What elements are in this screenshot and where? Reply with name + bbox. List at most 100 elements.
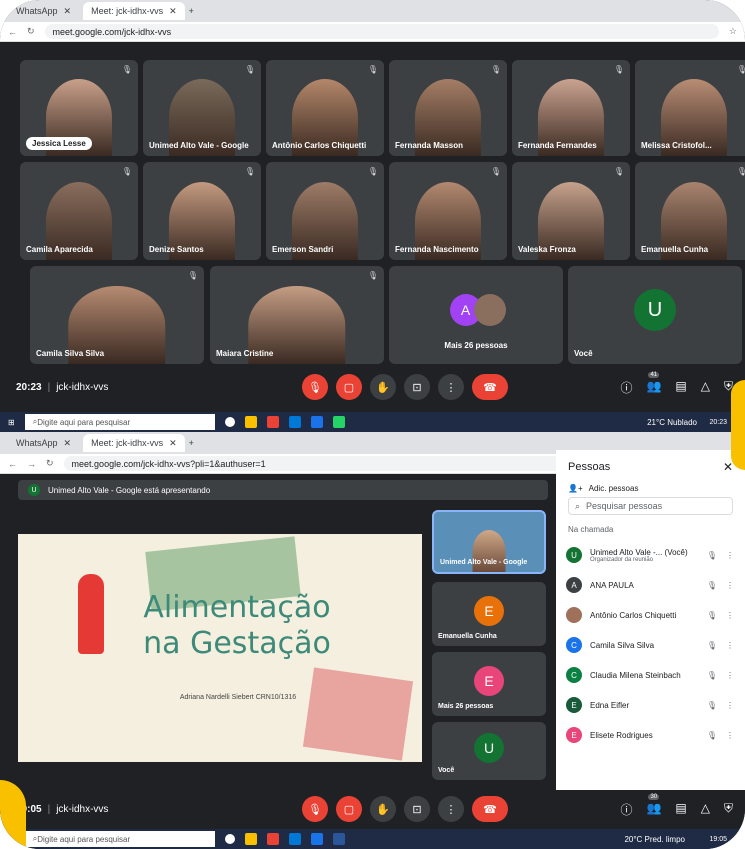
whatsapp-icon[interactable] xyxy=(332,416,345,428)
raise-hand-button[interactable]: ✋ xyxy=(370,374,396,400)
tab-meet[interactable]: Meet: jck-idhx-vvs ✕ xyxy=(83,434,185,452)
taskbar-search[interactable]: ⌕ Digite aqui para pesquisar xyxy=(24,414,215,430)
more-vert-icon[interactable]: ⋮ xyxy=(725,701,735,710)
people-search-input[interactable]: ⌕ Pesquisar pessoas xyxy=(568,497,733,515)
host-controls-icon[interactable]: ⛨ xyxy=(724,801,733,818)
participant-tile[interactable]: 🎙 Emerson Sandri xyxy=(266,162,384,260)
participant-tile[interactable]: 🎙 Fernanda Fernandes xyxy=(512,60,630,156)
participant-tile[interactable]: 🎙 Fernanda Masson xyxy=(389,60,507,156)
word-icon[interactable] xyxy=(332,833,345,845)
windows-taskbar-bottom: ⊞ ⌕ Digite aqui para pesquisar 20°C Pred… xyxy=(0,829,745,849)
more-vert-icon[interactable]: ⋮ xyxy=(725,641,735,650)
raise-hand-button[interactable]: ✋ xyxy=(370,796,396,822)
info-icon[interactable]: ⓘ xyxy=(620,379,632,396)
participant-name: Fernanda Masson xyxy=(395,141,464,150)
people-list-item[interactable]: U Unimed Alto Vale -... (Você) Organizador… xyxy=(556,540,745,570)
presenting-banner: U Unimed Alto Vale - Google está apresen… xyxy=(18,480,548,500)
people-list-item[interactable]: A ANA PAULA 🎙 ⋮ xyxy=(556,570,745,600)
side-participant-tile[interactable]: E Emanuella Cunha xyxy=(432,582,546,646)
reload-icon[interactable]: ↻ xyxy=(46,458,54,469)
skype-icon[interactable] xyxy=(310,416,323,428)
tab-whatsapp[interactable]: WhatsApp ✕ xyxy=(8,434,79,452)
participant-tile[interactable]: 🎙 Fernanda Nascimento xyxy=(389,162,507,260)
star-icon[interactable]: ☆ xyxy=(729,26,737,37)
edge-icon[interactable] xyxy=(288,416,301,428)
forward-icon[interactable]: → xyxy=(27,459,36,469)
more-vert-icon[interactable]: ⋮ xyxy=(725,611,735,620)
participant-tile[interactable]: 🎙 Melissa Cristofol... xyxy=(635,60,745,156)
activities-icon[interactable]: △ xyxy=(701,379,710,396)
participant-tile[interactable]: 🎙 Emanuella Cunha xyxy=(635,162,745,260)
camera-off-button[interactable]: ▢ xyxy=(336,796,362,822)
participant-tile[interactable]: 🎙 Valeska Fronza xyxy=(512,162,630,260)
back-icon[interactable]: ← xyxy=(8,459,17,469)
participant-tile[interactable]: 🎙 Denize Santos xyxy=(143,162,261,260)
activities-icon[interactable]: △ xyxy=(701,801,710,818)
people-icon[interactable]: 👥 41 xyxy=(646,371,661,396)
close-icon[interactable]: ✕ xyxy=(64,438,72,449)
camera-off-button[interactable]: ▢ xyxy=(336,374,362,400)
mic-muted-icon: 🎙 xyxy=(121,65,132,74)
participant-tile[interactable]: 🎙 Maiara Cristine xyxy=(210,266,384,364)
taskbar-search-text: Digite aqui para pesquisar xyxy=(37,834,131,844)
mic-off-button[interactable]: 🎙 xyxy=(302,796,328,822)
edge-icon[interactable] xyxy=(288,833,301,845)
present-button[interactable]: ⊡ xyxy=(404,374,430,400)
close-icon[interactable]: ✕ xyxy=(169,438,177,449)
participant-name: Edna Eifler xyxy=(590,700,630,710)
chat-icon[interactable]: ▤ xyxy=(675,801,686,818)
more-vert-icon[interactable]: ⋮ xyxy=(725,731,735,740)
participant-tile[interactable]: 🎙 Camila Silva Silva xyxy=(30,266,204,364)
end-call-button[interactable]: ☎ xyxy=(472,374,508,400)
more-vert-icon[interactable]: ⋮ xyxy=(725,671,735,680)
new-tab-icon[interactable]: + xyxy=(189,6,194,16)
side-participant-tile[interactable]: Unimed Alto Vale - Google xyxy=(432,510,546,574)
add-people-button[interactable]: 👤+ Adic. pessoas xyxy=(556,484,745,493)
more-options-button[interactable]: ⋮ xyxy=(438,796,464,822)
people-list-item[interactable]: Antônio Carlos Chiquetti 🎙 ⋮ xyxy=(556,600,745,630)
more-vert-icon[interactable]: ⋮ xyxy=(725,581,735,590)
chrome-icon[interactable] xyxy=(266,416,279,428)
skype-icon[interactable] xyxy=(310,833,323,845)
mic-off-button[interactable]: 🎙 xyxy=(302,374,328,400)
mic-muted-icon: 🎙 xyxy=(613,167,624,176)
tab-label: WhatsApp xyxy=(16,438,58,448)
back-icon[interactable]: ← xyxy=(8,27,17,37)
side-participant-tile[interactable]: U Você xyxy=(432,722,546,780)
more-options-button[interactable]: ⋮ xyxy=(438,374,464,400)
self-tile[interactable]: U Você xyxy=(568,266,742,364)
participant-tile[interactable]: 🎙 Jessica Lesse xyxy=(20,60,138,156)
people-icon[interactable]: 👥 30 xyxy=(646,793,661,818)
more-participants-tile[interactable]: A Mais 26 pessoas xyxy=(389,266,563,364)
cortana-icon[interactable] xyxy=(224,834,235,844)
reload-icon[interactable]: ↻ xyxy=(27,26,35,37)
end-call-button[interactable]: ☎ xyxy=(472,796,508,822)
taskbar-search[interactable]: ⌕ Digite aqui para pesquisar xyxy=(24,831,215,847)
people-search-placeholder: Pesquisar pessoas xyxy=(586,501,663,511)
participant-tile[interactable]: 🎙 Camila Aparecida xyxy=(20,162,138,260)
chrome-icon[interactable] xyxy=(266,833,279,845)
side-participant-tile[interactable]: E Mais 26 pessoas xyxy=(432,652,546,716)
people-list-item[interactable]: E Elisete Rodrigues 🎙 ⋮ xyxy=(556,720,745,750)
tab-whatsapp[interactable]: WhatsApp ✕ xyxy=(8,2,79,20)
cortana-icon[interactable] xyxy=(224,417,235,427)
windows-start-icon[interactable]: ⊞ xyxy=(8,418,15,427)
people-list-item[interactable]: C Claudia Milena Steinbach 🎙 ⋮ xyxy=(556,660,745,690)
participant-tile[interactable]: 🎙 Unimed Alto Vale - Google xyxy=(143,60,261,156)
file-explorer-icon[interactable] xyxy=(244,416,257,428)
close-icon[interactable]: ✕ xyxy=(64,6,72,17)
chat-icon[interactable]: ▤ xyxy=(675,379,686,396)
new-tab-icon[interactable]: + xyxy=(189,438,194,448)
tab-meet[interactable]: Meet: jck-idhx-vvs ✕ xyxy=(83,2,185,20)
people-list-item[interactable]: C Camila Silva Silva 🎙 ⋮ xyxy=(556,630,745,660)
close-icon[interactable]: ✕ xyxy=(169,6,177,17)
address-bar-row: ← ↻ meet.google.com/jck-idhx-vvs ☆ xyxy=(0,22,745,42)
clock-time: 19:05 xyxy=(709,835,727,843)
more-vert-icon[interactable]: ⋮ xyxy=(725,551,735,560)
file-explorer-icon[interactable] xyxy=(244,833,257,845)
info-icon[interactable]: ⓘ xyxy=(620,801,632,818)
people-list-item[interactable]: E Edna Eifler 🎙 ⋮ xyxy=(556,690,745,720)
participant-tile[interactable]: 🎙 Antônio Carlos Chiquetti xyxy=(266,60,384,156)
present-button[interactable]: ⊡ xyxy=(404,796,430,822)
url-field[interactable]: meet.google.com/jck-idhx-vvs xyxy=(44,24,719,39)
